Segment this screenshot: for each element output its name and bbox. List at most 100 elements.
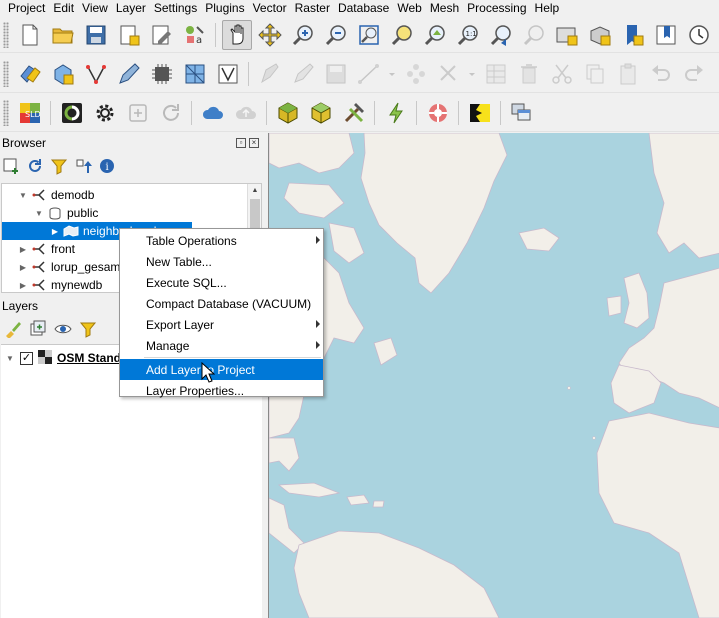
menu-view[interactable]: View [79, 1, 113, 16]
menu-database[interactable]: Database [335, 1, 394, 16]
new-project-button[interactable] [15, 20, 45, 50]
zigzag-button[interactable] [381, 98, 411, 128]
cube-green-button[interactable] [273, 98, 303, 128]
undo-button[interactable] [646, 59, 676, 89]
zoom-last-button[interactable] [486, 20, 516, 50]
expand-arrow-icon[interactable]: ▶ [18, 281, 28, 290]
zoom-native-button[interactable]: 1:1 [453, 20, 483, 50]
cutout-button[interactable] [465, 98, 495, 128]
manage-visibility-icon[interactable] [54, 320, 72, 341]
context-menu-item[interactable]: Compact Database (VACUUM) [120, 293, 323, 314]
toolbar-grip[interactable] [3, 100, 9, 126]
temporal-controller-button[interactable] [684, 20, 714, 50]
expand-arrow-icon[interactable]: ▶ [50, 227, 60, 236]
context-menu-item[interactable]: Execute SQL... [120, 272, 323, 293]
pan-map-button[interactable] [221, 19, 252, 50]
cloud-button[interactable] [198, 98, 228, 128]
raster-grid-button[interactable] [180, 59, 210, 89]
new-geopackage-layer-button[interactable] [48, 59, 78, 89]
cube-yellow-button[interactable] [306, 98, 336, 128]
save-project-button[interactable] [81, 20, 111, 50]
map-canvas[interactable] [268, 133, 719, 618]
open-project-button[interactable] [48, 20, 78, 50]
modify-attributes-button[interactable] [434, 59, 464, 89]
menu-edit[interactable]: Edit [50, 1, 79, 16]
pan-to-selection-button[interactable] [255, 20, 285, 50]
print-layout-button[interactable] [114, 20, 144, 50]
menu-mesh[interactable]: Mesh [427, 1, 464, 16]
expand-arrow-icon[interactable]: ▼ [18, 191, 28, 200]
style-manager-button[interactable]: a [180, 20, 210, 50]
new-map-view-button[interactable] [552, 20, 582, 50]
zoom-out-button[interactable] [321, 20, 351, 50]
dropdown-arrow[interactable] [465, 59, 479, 89]
browser-item[interactable]: ▼ public [2, 204, 247, 222]
menu-web[interactable]: Web [394, 1, 426, 16]
toolbar-grip[interactable] [3, 21, 9, 48]
browser-item[interactable]: ▼ demodb [2, 186, 247, 204]
float-panel-icon[interactable]: ▫ [236, 138, 246, 148]
cloud-upload-button[interactable] [231, 98, 261, 128]
scroll-up-arrow[interactable]: ▲ [248, 184, 261, 198]
expand-arrow-icon[interactable]: ▶ [18, 245, 28, 254]
zoom-to-selection-button[interactable] [387, 20, 417, 50]
digitize-vertex-button[interactable] [81, 59, 111, 89]
add-line-button[interactable] [354, 59, 384, 89]
layout-manager-button[interactable] [147, 20, 177, 50]
refresh-icon[interactable] [26, 157, 44, 178]
cut-features-button[interactable] [547, 59, 577, 89]
menu-vector[interactable]: Vector [250, 1, 292, 16]
windows-button[interactable] [507, 98, 537, 128]
expand-arrow-icon[interactable]: ▼ [34, 209, 44, 218]
expand-arrow-icon[interactable]: ▶ [18, 263, 28, 272]
collapse-all-icon[interactable] [74, 157, 92, 178]
context-menu-item[interactable]: Table Operations [120, 230, 323, 251]
sld-button[interactable]: SLD [15, 98, 45, 128]
gps-button[interactable] [147, 59, 177, 89]
close-panel-icon[interactable]: × [249, 138, 259, 148]
copy-features-button[interactable] [580, 59, 610, 89]
settings-gear-button[interactable] [90, 98, 120, 128]
zoom-full-button[interactable] [354, 20, 384, 50]
save-edits-button[interactable] [321, 59, 351, 89]
current-edits-button[interactable] [255, 59, 285, 89]
menu-raster[interactable]: Raster [292, 1, 335, 16]
menu-processing[interactable]: Processing [464, 1, 531, 16]
scroll-thumb[interactable] [250, 199, 260, 229]
style-layer-icon[interactable] [4, 320, 22, 341]
delete-selected-button[interactable] [514, 59, 544, 89]
data-source-manager-button[interactable] [15, 59, 45, 89]
add-box-button[interactable] [123, 98, 153, 128]
menu-layer[interactable]: Layer [113, 1, 151, 16]
attribute-table-button[interactable] [481, 59, 511, 89]
paste-features-button[interactable] [613, 59, 643, 89]
dropdown-arrow[interactable] [385, 59, 399, 89]
add-group-icon[interactable] [29, 320, 47, 341]
refresh-button[interactable] [156, 98, 186, 128]
context-menu-item[interactable]: Add Layer to Project [120, 359, 323, 380]
lifebuoy-button[interactable] [423, 98, 453, 128]
context-menu-item[interactable]: New Table... [120, 251, 323, 272]
zoom-to-layer-button[interactable] [420, 20, 450, 50]
expand-arrow-icon[interactable]: ▼ [5, 354, 15, 363]
menu-project[interactable]: Project [0, 1, 50, 16]
toolbar-grip[interactable] [3, 60, 9, 87]
zoom-next-button[interactable] [519, 20, 549, 50]
digitize-pen-button[interactable] [114, 59, 144, 89]
redo-button[interactable] [679, 59, 709, 89]
show-bookmarks-button[interactable] [651, 20, 681, 50]
context-menu-item[interactable]: Layer Properties... [120, 380, 323, 401]
qfield-button[interactable] [57, 98, 87, 128]
menu-settings[interactable]: Settings [151, 1, 202, 16]
menu-plugins[interactable]: Plugins [202, 1, 249, 16]
context-menu-item[interactable]: Export Layer [120, 314, 323, 335]
zoom-in-button[interactable] [288, 20, 318, 50]
layer-visibility-checkbox[interactable]: ✓ [20, 351, 33, 365]
toggle-editing-button[interactable] [288, 59, 318, 89]
new-3d-map-view-button[interactable] [585, 20, 615, 50]
filter-icon[interactable] [50, 157, 68, 178]
hammer-button[interactable] [339, 98, 369, 128]
filter-legend-icon[interactable] [79, 320, 97, 341]
vertex-tool-button[interactable] [401, 59, 431, 89]
context-menu-item[interactable]: Manage [120, 335, 323, 356]
